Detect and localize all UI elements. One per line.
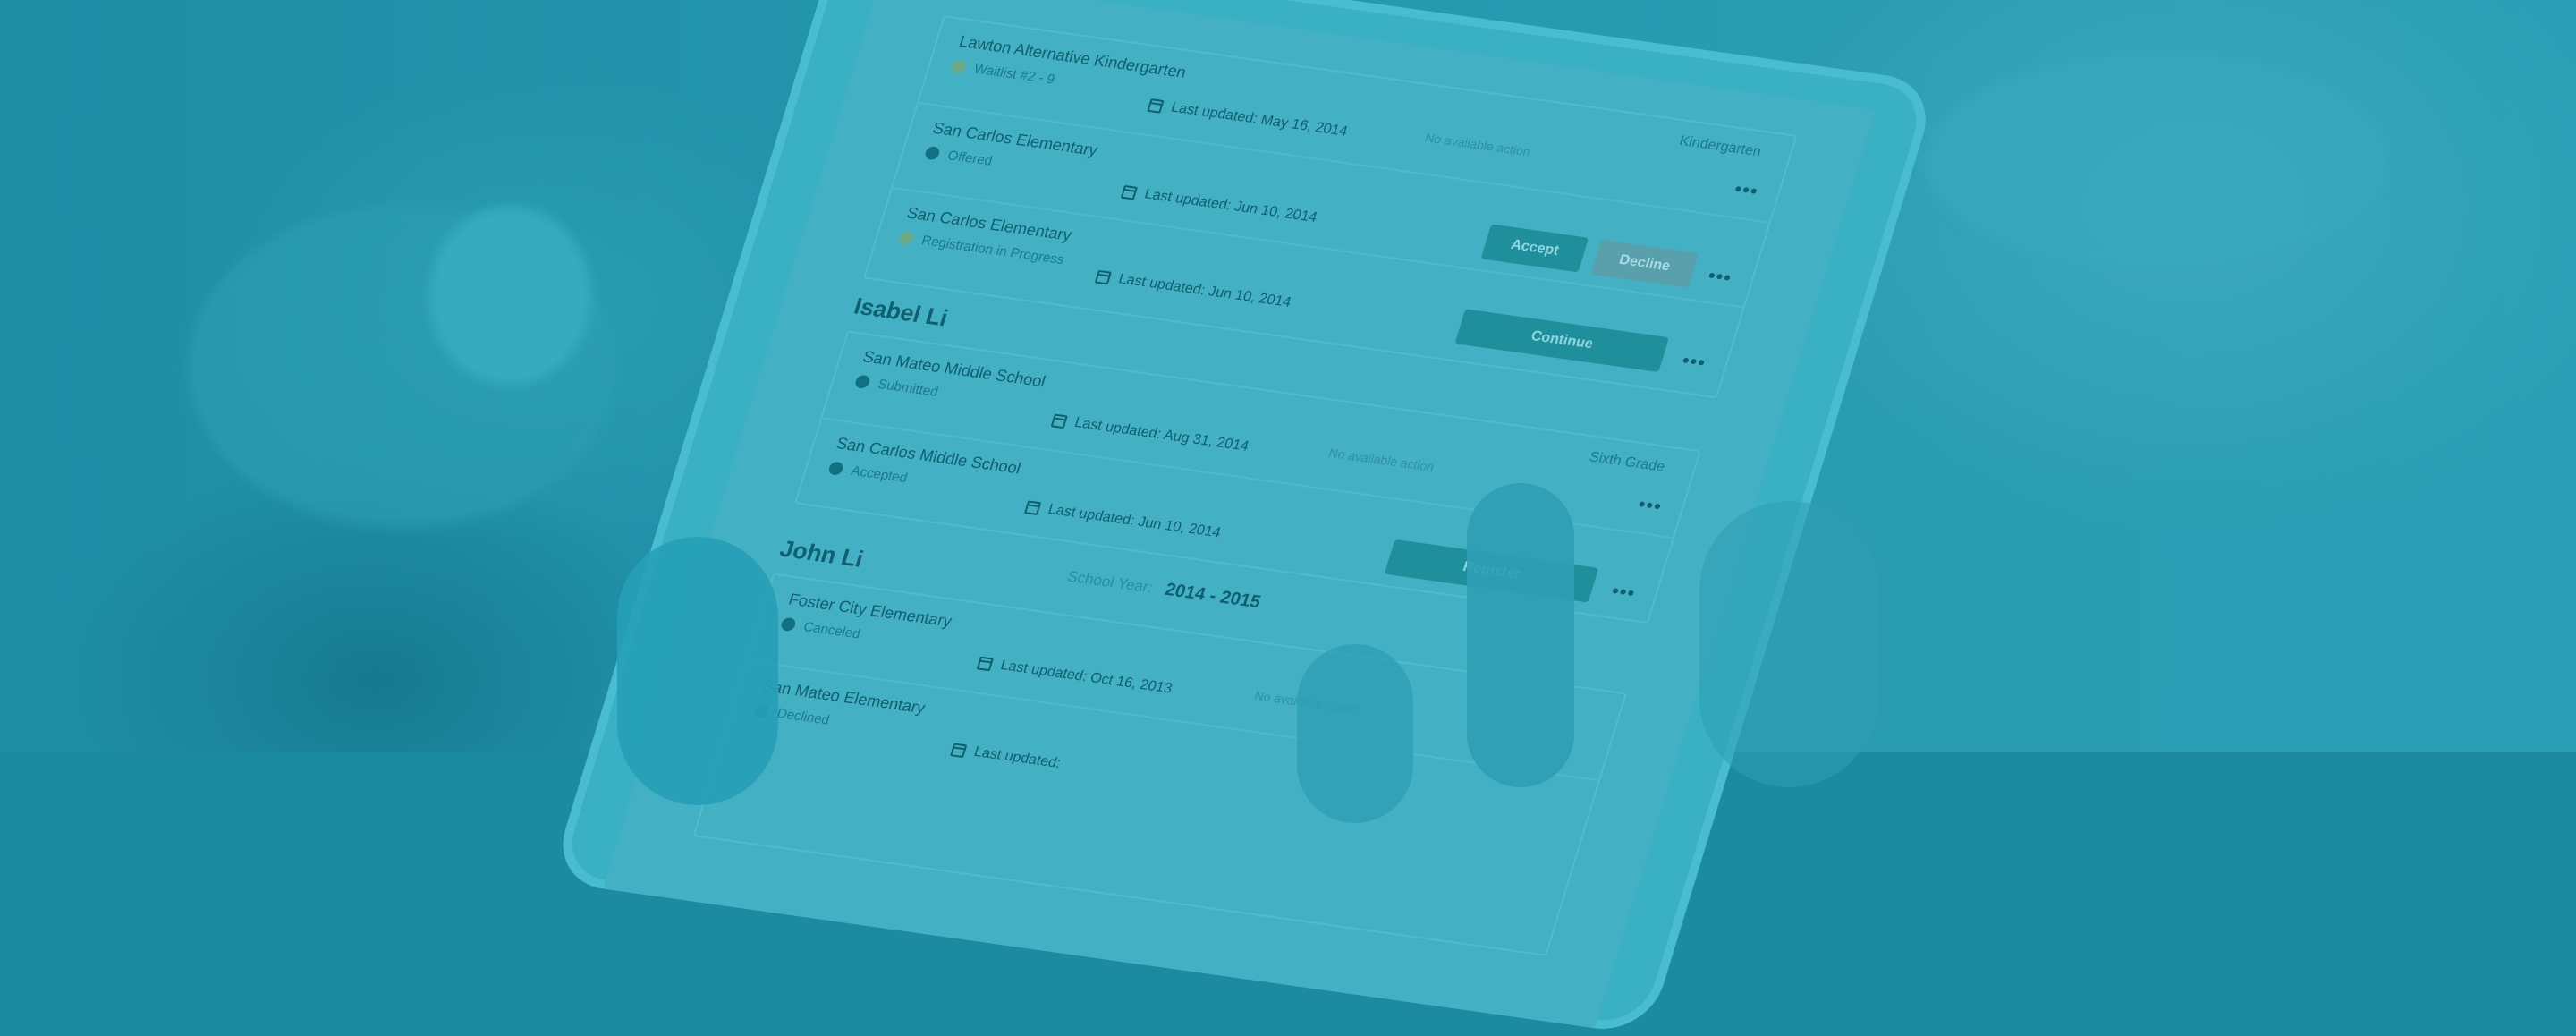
grade-label: Sixth Grade [1587, 449, 1667, 475]
calendar-icon [1147, 98, 1165, 114]
student-name-john: John Li [776, 534, 867, 573]
calendar-icon [1024, 499, 1042, 515]
no-action-text: No available action [1423, 130, 1533, 159]
calendar-icon [976, 656, 995, 671]
last-updated: Last updated: Jun 10, 2014 [1094, 268, 1293, 311]
last-updated: Last updated: [950, 742, 1063, 772]
finger-pointing [1467, 483, 1574, 787]
application-status: Accepted [826, 460, 910, 486]
last-updated-text: Last updated: [971, 744, 1063, 771]
blurred-light-spot [429, 206, 590, 385]
thumb-left [617, 537, 778, 805]
calendar-icon [1120, 184, 1139, 200]
school-year-value: 2014 - 2015 [1162, 580, 1264, 613]
more-options-icon[interactable]: ••• [1635, 493, 1665, 519]
status-label: Offered [945, 148, 995, 169]
status-label: Submitted [876, 377, 940, 400]
last-updated-text: Last updated: Oct 16, 2013 [998, 658, 1174, 697]
last-updated-text: Last updated: Jun 10, 2014 [1046, 501, 1223, 541]
blurred-background-object [1923, 54, 2388, 268]
status-dot-icon [826, 461, 845, 476]
status-label: Canceled [801, 619, 862, 642]
status-dot-icon [950, 59, 968, 74]
no-action-text: No available action [1326, 445, 1436, 474]
last-updated-text: Last updated: May 16, 2014 [1169, 99, 1350, 140]
application-status: Canceled [779, 616, 862, 642]
last-updated-text: Last updated: Jun 10, 2014 [1142, 186, 1319, 225]
finger-left [1297, 644, 1413, 823]
last-updated: Last updated: Oct 16, 2013 [976, 655, 1174, 698]
last-updated: Last updated: Jun 10, 2014 [1120, 183, 1319, 226]
more-options-icon[interactable]: ••• [1705, 264, 1734, 290]
more-options-icon[interactable]: ••• [1608, 580, 1639, 606]
status-dot-icon [779, 616, 798, 633]
status-dot-icon [923, 145, 942, 161]
accept-button[interactable]: Accept [1480, 224, 1589, 273]
hand-right [1699, 501, 1878, 787]
last-updated: Last updated: Aug 31, 2014 [1050, 412, 1250, 455]
application-status: Waitlist #2 - 9 [950, 58, 1056, 88]
more-options-icon[interactable]: ••• [1679, 349, 1708, 375]
continue-button[interactable]: Continue [1454, 309, 1670, 373]
school-year-label: School Year: [1064, 567, 1156, 597]
student-name-isabel: Isabel Li [851, 292, 952, 332]
application-status: Offered [923, 145, 995, 169]
calendar-icon [1050, 413, 1068, 429]
calendar-icon [1094, 269, 1113, 284]
last-updated-text: Last updated: Jun 10, 2014 [1116, 271, 1293, 310]
more-options-icon[interactable]: ••• [1732, 177, 1761, 203]
status-label: Accepted [849, 463, 910, 486]
status-label: Declined [775, 705, 832, 728]
status-dot-icon [897, 230, 916, 246]
calendar-icon [950, 742, 968, 758]
last-updated: Last updated: Jun 10, 2014 [1024, 498, 1223, 541]
last-updated-text: Last updated: Aug 31, 2014 [1072, 415, 1251, 454]
grade-label: Kindergarten [1677, 133, 1764, 160]
school-year-selector[interactable]: School Year: 2014 - 2015 [1064, 566, 1263, 613]
decline-button[interactable]: Decline [1590, 239, 1699, 288]
application-status: Submitted [853, 374, 940, 400]
last-updated: Last updated: May 16, 2014 [1147, 97, 1350, 140]
status-dot-icon [853, 374, 871, 390]
status-label: Waitlist #2 - 9 [971, 61, 1057, 88]
